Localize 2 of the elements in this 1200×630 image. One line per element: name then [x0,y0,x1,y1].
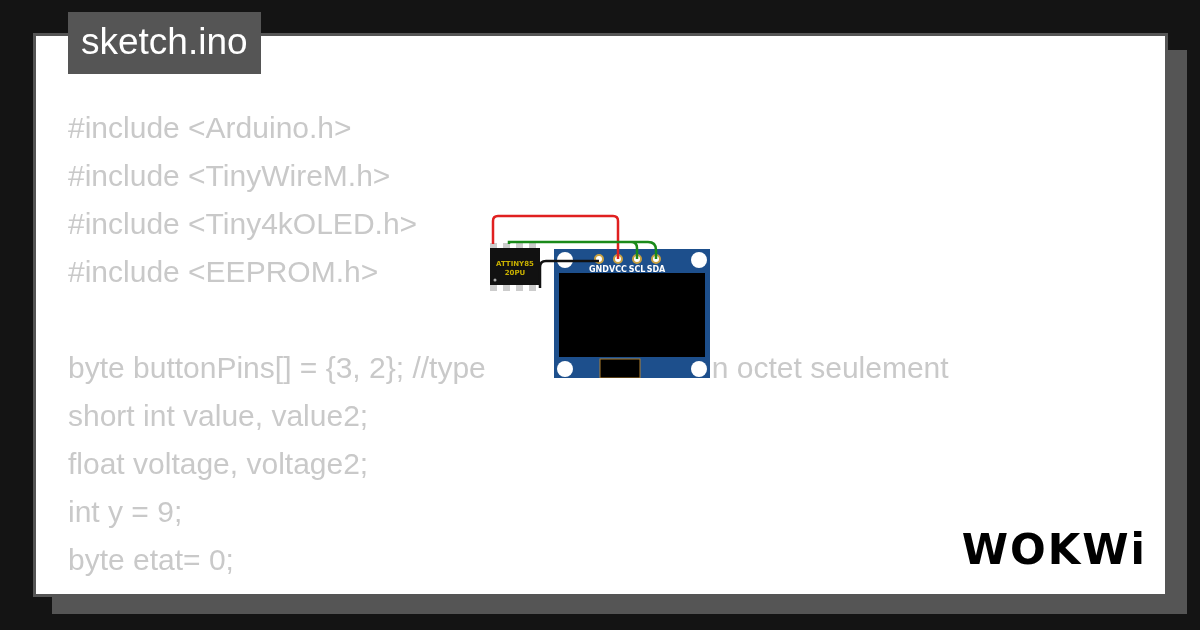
logo: WOKWi [961,525,1147,574]
file-title: sketch.ino [68,12,261,74]
